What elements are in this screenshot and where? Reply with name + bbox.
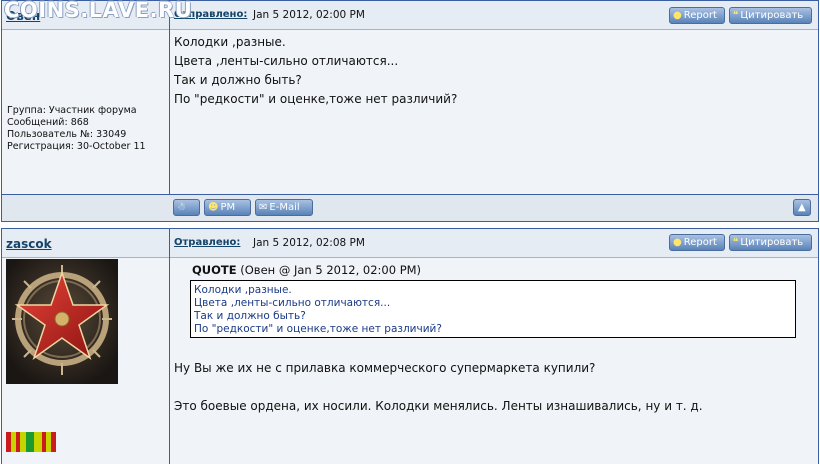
post-body: Колодки ,разные. Цвета ,ленты-сильно отл… — [174, 33, 457, 109]
column-divider — [169, 229, 170, 464]
post-date: Jan 5 2012, 02:08 PM — [253, 237, 365, 249]
forum-page: Овен Отправлено: Jan 5 2012, 02:00 PM ● R… — [0, 0, 820, 464]
post-footer: ☃ ☻ PM ✉ E-Mail ▲ — [2, 194, 818, 221]
post-line: Это боевые ордена, их носили. Колодки ме… — [174, 399, 703, 413]
post-line: По "редкости" и оценке,тоже нет различий… — [174, 92, 458, 106]
profile-button[interactable]: ☃ — [173, 199, 200, 216]
award-ribbon — [6, 432, 56, 452]
quote-label: Цитировать — [740, 10, 804, 21]
quote-label: Цитировать — [740, 237, 804, 248]
scroll-top-button[interactable]: ▲ — [793, 199, 811, 216]
user-number: Пользователь №: 33049 — [7, 129, 127, 140]
post-ovien: Овен Отправлено: Jan 5 2012, 02:00 PM ● R… — [1, 0, 819, 222]
report-label: Report — [683, 237, 717, 248]
red-star-badge-icon — [6, 259, 118, 384]
user-registered: Регистрация: 30-October 11 — [7, 141, 146, 152]
quote-line: Так и должно быть? — [194, 310, 306, 322]
pm-label: PM — [220, 202, 236, 213]
pm-button[interactable]: ☻ PM — [204, 199, 251, 216]
post-line: Так и должно быть? — [174, 73, 302, 87]
user-info: Группа: Участник форума Сообщений: 868 П… — [7, 105, 146, 153]
quote-line: Цвета ,ленты-сильно отличаются... — [194, 297, 391, 309]
quote-button[interactable]: ❝ Цитировать — [729, 7, 812, 24]
user-group: Группа: Участник форума — [7, 105, 137, 116]
post-line: Колодки ,разные. — [174, 35, 286, 49]
post-date: Jan 5 2012, 02:00 PM — [253, 9, 365, 21]
watermark-logo: COINS.LAVE.RU — [4, 0, 193, 22]
quote-box: Колодки ,разные. Цвета ,ленты-сильно отл… — [190, 280, 796, 338]
report-label: Report — [683, 10, 717, 21]
lightbulb-icon: ● — [673, 10, 682, 21]
sent-label[interactable]: Отравлено: — [174, 237, 240, 248]
quote-line: Колодки ,разные. — [194, 284, 292, 296]
envelope-icon: ✉ — [259, 202, 268, 213]
quote-line: По "редкости" и оценке,тоже нет различий… — [194, 323, 442, 335]
arrow-up-icon: ▲ — [798, 202, 806, 213]
ribbon-bar-icon — [6, 432, 56, 452]
quote-header: QUOTE (Овен @ Jan 5 2012, 02:00 PM) — [192, 263, 421, 277]
lightbulb-icon: ● — [673, 237, 682, 248]
post-line: Цвета ,ленты-сильно отличаются... — [174, 54, 399, 68]
quote-button[interactable]: ❝ Цитировать — [729, 234, 812, 251]
speech-bubble-icon: ❝ — [733, 10, 739, 21]
email-button[interactable]: ✉ E-Mail — [255, 199, 313, 216]
quote-title: QUOTE — [192, 263, 237, 277]
avatar — [6, 259, 118, 384]
speech-bubble-icon: ❝ — [733, 237, 739, 248]
post-author-link[interactable]: zascok — [6, 237, 52, 251]
quote-source: (Овен @ Jan 5 2012, 02:00 PM) — [240, 263, 422, 277]
users-icon: ☻ — [208, 202, 219, 213]
email-label: E-Mail — [269, 202, 300, 213]
user-messages: Сообщений: 868 — [7, 117, 89, 128]
post-body: Ну Вы же их не с прилавка коммерческого … — [174, 359, 703, 416]
profile-icon: ☃ — [177, 202, 186, 213]
report-button[interactable]: ● Report — [669, 7, 725, 24]
report-button[interactable]: ● Report — [669, 234, 725, 251]
post-line: Ну Вы же их не с прилавка коммерческого … — [174, 361, 596, 375]
column-divider — [169, 1, 170, 221]
